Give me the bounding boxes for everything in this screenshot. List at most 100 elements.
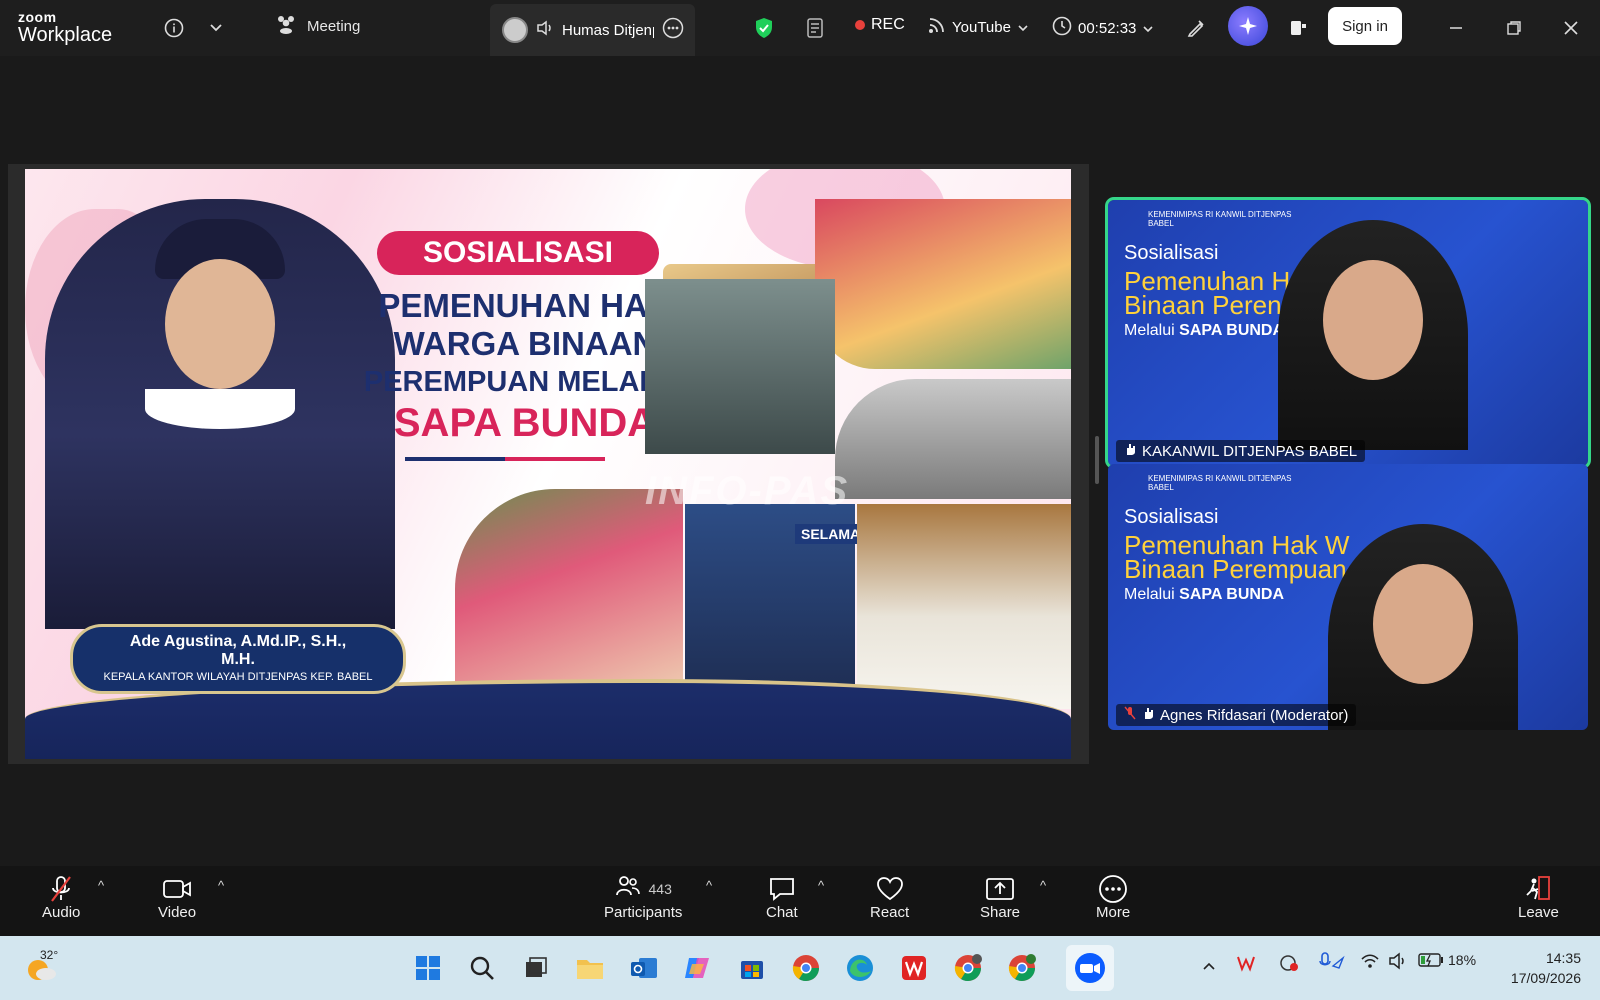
meeting-stage: SOSIALISASI PEMENUHAN HAK WARGA BINAAN P…: [0, 56, 1600, 866]
participants-options-caret-icon[interactable]: ^: [706, 878, 712, 893]
shared-slide: SOSIALISASI PEMENUHAN HAK WARGA BINAAN P…: [25, 169, 1071, 759]
clock-date: 17/09/2026: [1510, 970, 1581, 986]
mic-in-use-icon[interactable]: [1318, 952, 1346, 975]
ai-companion-icon[interactable]: [1228, 6, 1268, 46]
more-options-icon[interactable]: [662, 17, 684, 43]
live-stream-menu[interactable]: YouTube: [928, 16, 1029, 38]
share-tab[interactable]: Humas Ditjenpas: [490, 4, 695, 56]
apps-icon[interactable]: [1282, 12, 1314, 44]
windows-taskbar: 32° 18% 14:35 17/09/2026: [0, 936, 1600, 1000]
info-icon[interactable]: [158, 12, 190, 44]
muted-mic-icon: [1124, 706, 1136, 724]
participants-icon: [615, 874, 641, 905]
file-explorer-icon[interactable]: [570, 948, 610, 988]
zoom-app-icon[interactable]: [1066, 945, 1114, 991]
more-button[interactable]: More: [1096, 874, 1130, 921]
wps-tray-icon[interactable]: [1236, 954, 1258, 975]
chat-bubble-icon: [768, 874, 796, 904]
outlook-icon[interactable]: [624, 948, 664, 988]
network-blocked-icon[interactable]: [1278, 954, 1300, 975]
muted-mic-icon: [48, 874, 74, 904]
share-tab-label: Humas Ditjenpas: [562, 21, 654, 39]
zoom-title-bar: zoom Workplace Meeting Humas Ditjenpas R…: [0, 0, 1600, 56]
record-dot-icon: [855, 20, 865, 30]
chevron-down-icon[interactable]: [200, 12, 232, 44]
people-icon: [275, 14, 297, 38]
chrome-profile-t-icon[interactable]: [1002, 948, 1042, 988]
speaker-nameplate: Ade Agustina, A.Md.IP., S.H., M.H. KEPAL…: [70, 624, 406, 694]
share-button[interactable]: Share: [980, 874, 1020, 921]
video-tile-moderator[interactable]: KEMENIMIPAS RI KANWIL DITJENPAS BABEL So…: [1108, 464, 1588, 730]
edge-icon[interactable]: [840, 948, 880, 988]
tile-org-text: KEMENIMIPAS RI KANWIL DITJENPAS BABEL: [1148, 210, 1292, 228]
react-button[interactable]: React: [870, 874, 909, 921]
photo-women-talking: [455, 489, 683, 709]
meeting-timer[interactable]: 00:52:33: [1052, 16, 1154, 40]
system-clock[interactable]: 14:35 17/09/2026: [1495, 948, 1581, 988]
photo-document-signing: [857, 504, 1071, 709]
audio-options-caret-icon[interactable]: ^: [98, 878, 104, 893]
shield-icon[interactable]: [748, 12, 780, 44]
camera-icon: [162, 874, 192, 904]
weather-widget[interactable]: 32°: [24, 948, 64, 988]
zoom-logo: zoom Workplace: [18, 10, 112, 45]
chrome-profile-icon[interactable]: [948, 948, 988, 988]
logo-large-text: Workplace: [18, 24, 113, 46]
livestream-icon: [928, 16, 946, 38]
copilot-icon[interactable]: [678, 948, 718, 988]
leave-button[interactable]: Leave: [1518, 874, 1559, 921]
react-label: React: [870, 904, 910, 921]
task-view-icon[interactable]: [516, 948, 556, 988]
tile-line1: Sosialisasi: [1124, 506, 1219, 528]
notes-icon[interactable]: [800, 12, 832, 44]
participant-name: Agnes Rifdasari (Moderator): [1160, 706, 1349, 724]
tile-line2b: Binaan Perempuan: [1124, 554, 1347, 584]
share-options-caret-icon[interactable]: ^: [1040, 878, 1046, 893]
show-hidden-icons-chevron-icon[interactable]: [1202, 958, 1216, 974]
wps-office-icon[interactable]: [894, 948, 934, 988]
heart-icon: [876, 874, 904, 904]
restore-icon[interactable]: [1498, 12, 1530, 44]
windows-start-icon[interactable]: [408, 948, 448, 988]
video-options-caret-icon[interactable]: ^: [218, 878, 224, 893]
speaker-position: KEPALA KANTOR WILAYAH DITJENPAS KEP. BAB…: [103, 671, 373, 683]
annotate-pen-icon[interactable]: [1180, 12, 1212, 44]
stream-label: YouTube: [952, 18, 1011, 36]
clock-icon: [1052, 16, 1072, 40]
recording-indicator[interactable]: REC: [855, 16, 905, 34]
meeting-label: Meeting: [307, 17, 361, 35]
minimize-icon[interactable]: [1440, 12, 1472, 44]
volume-icon[interactable]: [1388, 952, 1408, 973]
chrome-icon[interactable]: [786, 948, 826, 988]
participants-count: 443: [648, 881, 672, 897]
sign-in-button[interactable]: Sign in: [1328, 7, 1402, 45]
chat-options-caret-icon[interactable]: ^: [818, 878, 824, 893]
participant-video-moderator: [1328, 524, 1518, 730]
audio-button[interactable]: Audio: [42, 874, 80, 921]
leave-door-icon: [1523, 874, 1553, 904]
wifi-icon[interactable]: [1360, 952, 1380, 973]
meeting-tab[interactable]: Meeting: [275, 14, 360, 38]
chevron-down-icon: [1017, 19, 1029, 36]
close-icon[interactable]: [1555, 12, 1587, 44]
chat-button[interactable]: Chat: [766, 874, 798, 921]
clock-time: 14:35: [1545, 950, 1581, 966]
video-button[interactable]: Video: [158, 874, 196, 921]
photo-woman-microphone: [835, 379, 1071, 499]
tile-line3-bold: SAPA BUNDA: [1179, 322, 1285, 339]
photo-flower-mural: [815, 199, 1071, 369]
tile-line3-prefix: Melalui: [1124, 586, 1175, 603]
tile-org-text: KEMENIMIPAS RI KANWIL DITJENPAS BABEL: [1148, 474, 1292, 492]
microsoft-store-icon[interactable]: [732, 948, 772, 988]
participant-name-label: Agnes Rifdasari (Moderator): [1116, 704, 1357, 726]
speaker-name: Ade Agustina, A.Md.IP., S.H.,: [129, 633, 347, 650]
portrait-face: [165, 259, 275, 389]
search-icon[interactable]: [462, 948, 502, 988]
battery-indicator[interactable]: 18%: [1418, 952, 1476, 968]
more-label: More: [1096, 904, 1131, 921]
photo-collage: SELAMAT: [455, 169, 1071, 759]
participant-video-kakanwil: [1278, 220, 1468, 450]
panel-resize-handle[interactable]: [1095, 436, 1099, 484]
participants-button[interactable]: 443 Participants: [604, 874, 682, 921]
video-tile-kakanwil[interactable]: KEMENIMIPAS RI KANWIL DITJENPAS BABEL So…: [1105, 197, 1591, 469]
